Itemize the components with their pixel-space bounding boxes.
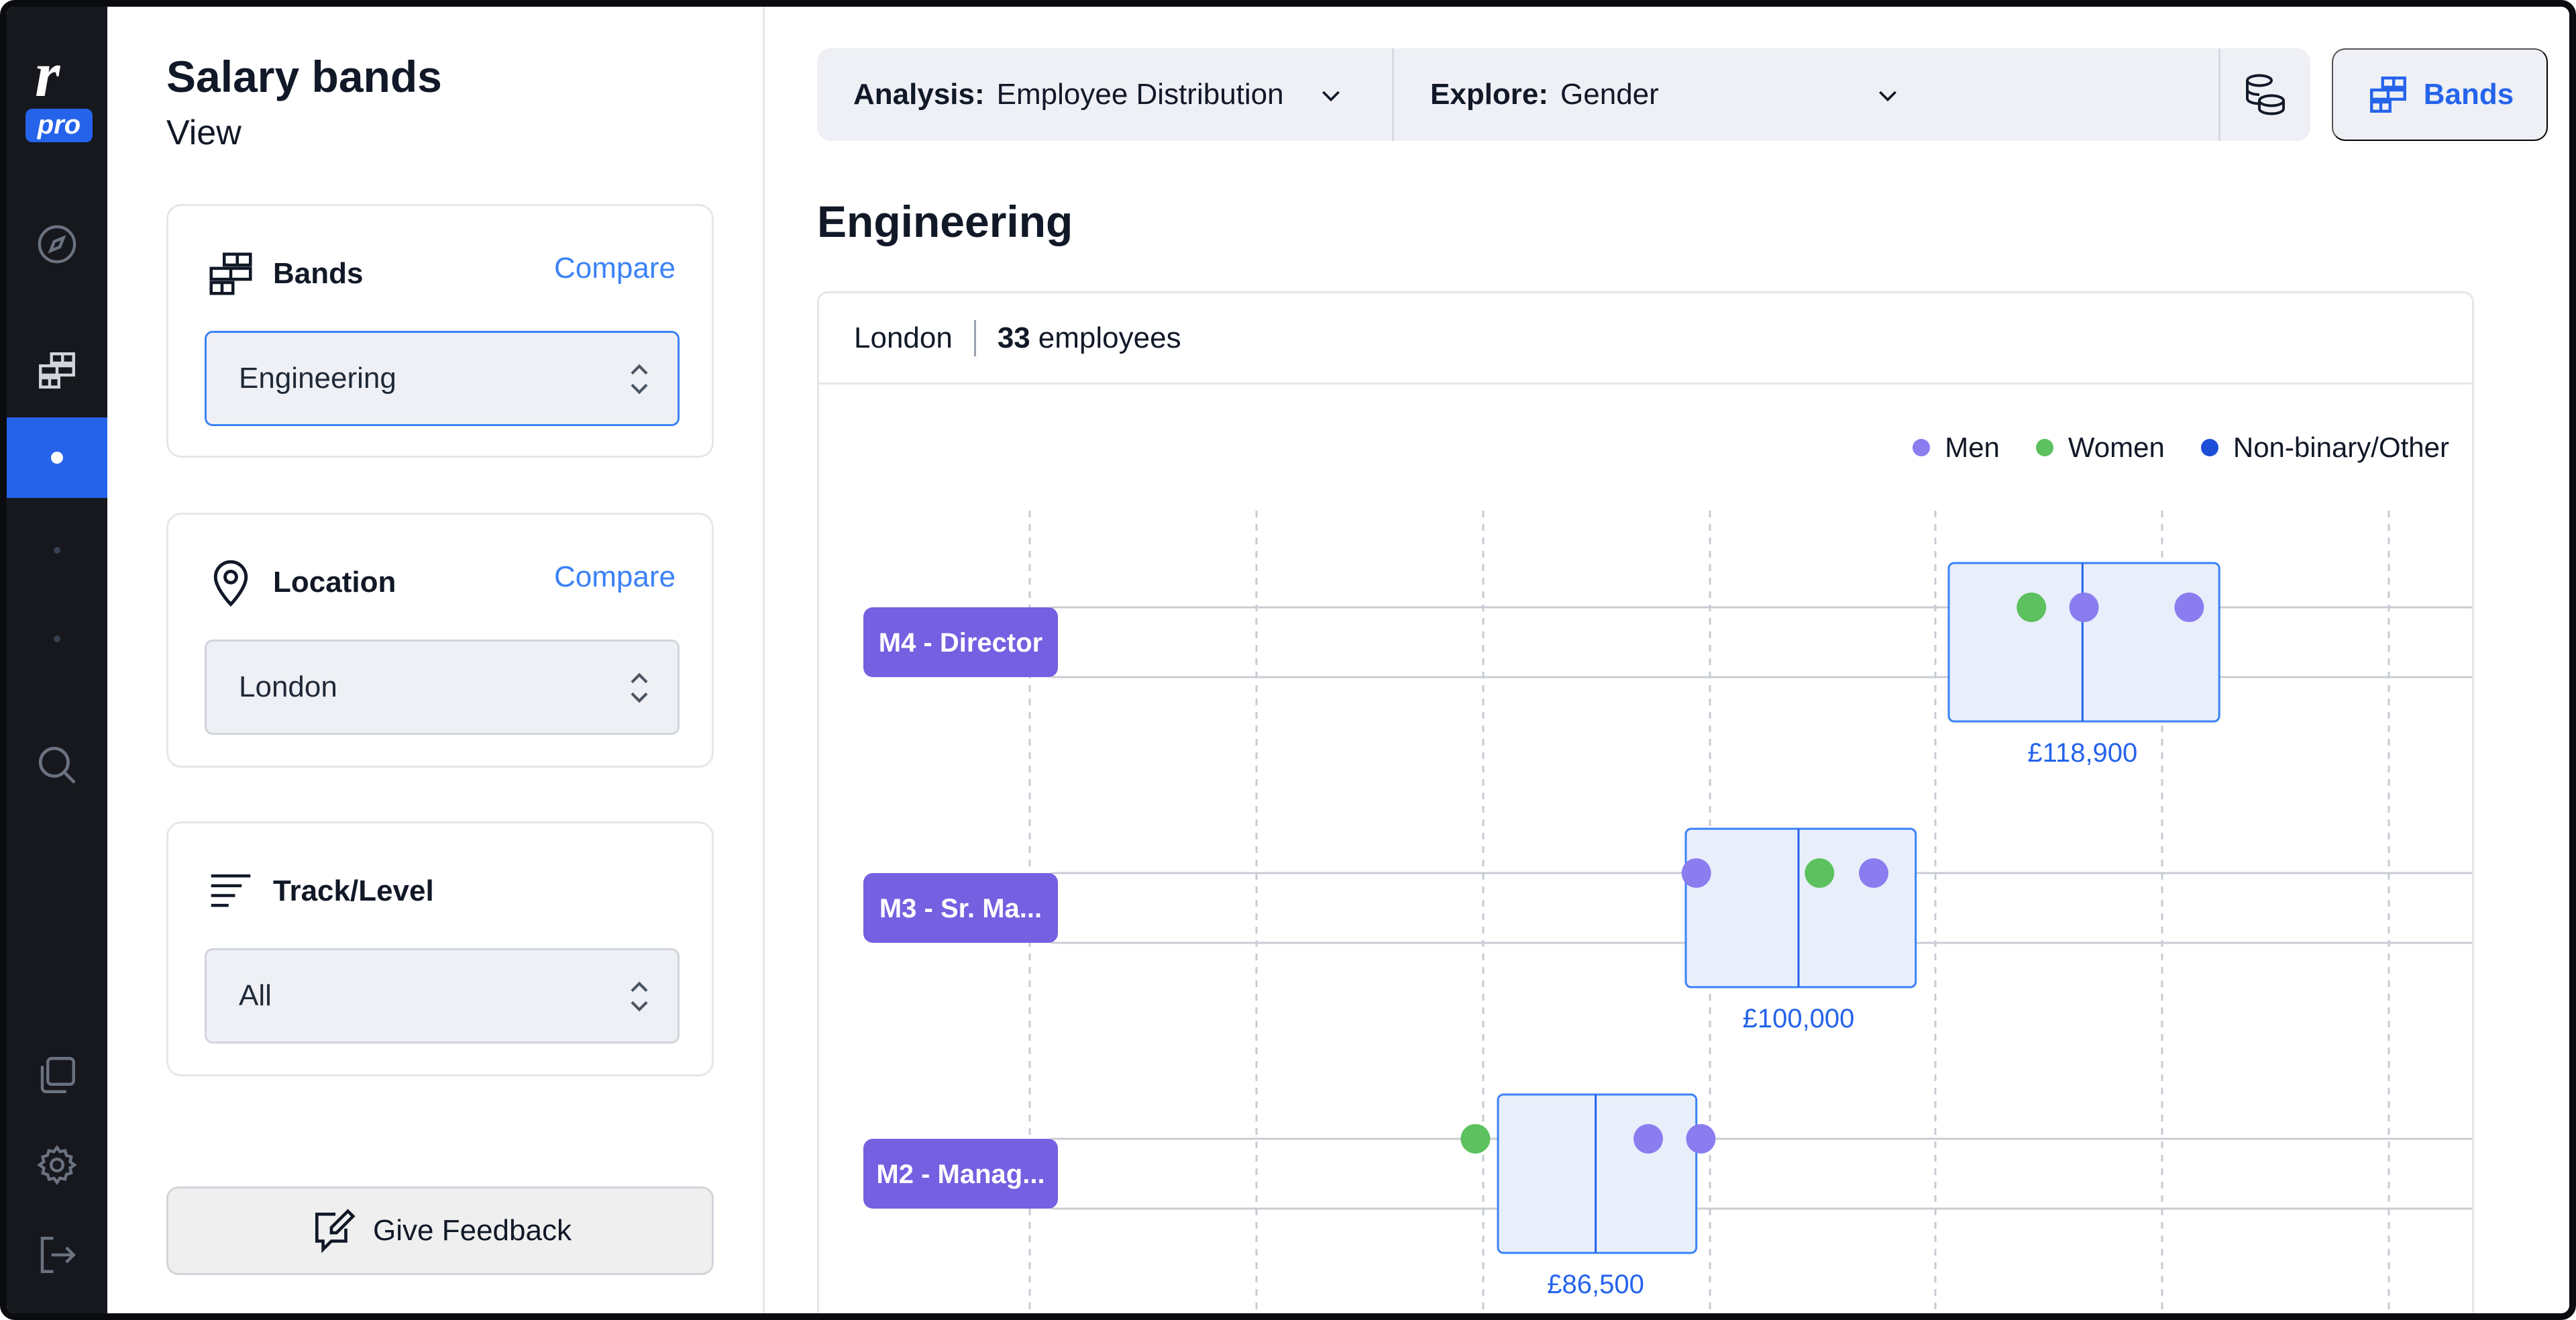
- main-content: Analysis: Employee Distribution Explore:…: [765, 7, 2569, 1313]
- track-card-header: Track/Level: [205, 865, 434, 917]
- chevron-up-down-icon: [631, 672, 648, 703]
- dot-icon: [54, 636, 60, 642]
- track-select-value: All: [239, 979, 272, 1012]
- location-card-header: Location: [205, 556, 396, 609]
- bands-label: Bands: [273, 257, 364, 290]
- dot-icon: [51, 452, 63, 464]
- analysis-toolbar: Analysis: Employee Distribution Explore:…: [817, 48, 2310, 141]
- compass-icon: [38, 225, 76, 264]
- analysis-value: Employee Distribution: [996, 78, 1284, 111]
- analysis-dropdown[interactable]: Analysis: Employee Distribution: [817, 48, 1394, 141]
- panel-title: Salary bands: [166, 52, 442, 101]
- pin-icon: [213, 560, 248, 607]
- bands-button[interactable]: Bands: [2332, 48, 2548, 141]
- logout-icon: [40, 1237, 76, 1273]
- band-box: [1684, 827, 1917, 988]
- bands-select-value: Engineering: [239, 362, 396, 395]
- track-label: Track/Level: [273, 874, 434, 907]
- location-select[interactable]: London: [205, 640, 680, 735]
- band-midpoint-label: £86,500: [1547, 1270, 1644, 1299]
- location-select-value: London: [239, 670, 337, 703]
- employee-point: [1686, 1124, 1716, 1154]
- dot-icon: [54, 547, 60, 554]
- panel-subtitle: View: [166, 113, 241, 152]
- chevron-up-down-icon: [631, 364, 648, 395]
- rail-item-settings[interactable]: [7, 1125, 107, 1205]
- edit-icon: [315, 1209, 356, 1254]
- chevron-down-icon: [1879, 91, 1896, 102]
- track-card: Track/Level All: [166, 821, 714, 1076]
- rail-item-explore[interactable]: [7, 204, 107, 285]
- give-feedback-button[interactable]: Give Feedback: [166, 1186, 714, 1275]
- employee-point: [2174, 593, 2204, 622]
- employee-point: [2017, 593, 2047, 622]
- employee-point: [1460, 1124, 1491, 1154]
- salary-band-plot: M4 - Director £118,900 M3 - Sr. Ma... £100,…: [863, 511, 2472, 1313]
- rail-item-copy[interactable]: [7, 1035, 107, 1115]
- analysis-label: Analysis:: [853, 78, 985, 111]
- bands-compare-link[interactable]: Compare: [554, 252, 676, 285]
- explore-value: Gender: [1560, 78, 1659, 111]
- explore-dropdown[interactable]: Explore: Gender: [1394, 48, 2220, 141]
- employee-point: [1805, 858, 1835, 888]
- band-box: [1497, 1093, 1698, 1254]
- filter-panel: Salary bands View Bands Compare Engineer…: [107, 7, 765, 1313]
- location-card: Location Compare London: [166, 513, 714, 768]
- employee-point: [1859, 858, 1888, 888]
- rail-item-sub-2[interactable]: [7, 599, 107, 679]
- track-select[interactable]: All: [205, 948, 680, 1044]
- logo-mark: r: [35, 38, 60, 110]
- distribution-chart-card: London 33 employees Men Women Non-binary…: [817, 291, 2474, 1313]
- bands-button-label: Bands: [2423, 78, 2514, 111]
- bands-card-header: Bands: [205, 248, 363, 300]
- level-label: M3 - Sr. Ma...: [879, 894, 1042, 923]
- section-title: Engineering: [817, 197, 1073, 246]
- give-feedback-label: Give Feedback: [373, 1214, 572, 1247]
- rail-item-current[interactable]: [7, 417, 107, 498]
- data-source-button[interactable]: [2220, 48, 2310, 141]
- logo-badge: pro: [25, 109, 93, 142]
- gear-icon: [37, 1145, 77, 1186]
- bands-icon: [2369, 77, 2406, 113]
- band-midpoint-label: £118,900: [2027, 738, 2137, 768]
- explore-label: Explore:: [1430, 78, 1549, 111]
- rail-item-logout[interactable]: [7, 1215, 107, 1295]
- search-icon: [38, 746, 76, 784]
- location-label: Location: [273, 566, 396, 599]
- app-window: r pro Salary bands View Bands Compare En…: [0, 0, 2576, 1320]
- location-compare-link[interactable]: Compare: [554, 560, 676, 594]
- coins-icon: [2246, 74, 2285, 115]
- level-label: M4 - Director: [879, 628, 1043, 658]
- chevron-down-icon: [1322, 91, 1340, 102]
- copy-icon: [40, 1057, 75, 1093]
- employee-point: [2069, 593, 2099, 622]
- employee-point: [1681, 858, 1711, 888]
- bands-icon: [209, 252, 252, 295]
- bands-card: Bands Compare Engineering: [166, 204, 714, 458]
- rail-item-bands[interactable]: [7, 330, 107, 411]
- rail-item-search[interactable]: [7, 725, 107, 805]
- lines-icon: [211, 874, 251, 907]
- band-midpoint-label: £100,000: [1743, 1004, 1855, 1033]
- bands-select[interactable]: Engineering: [205, 331, 680, 426]
- employee-point: [1633, 1124, 1663, 1154]
- icon-rail: r pro: [7, 7, 107, 1313]
- rail-item-sub-1[interactable]: [7, 510, 107, 591]
- level-label: M2 - Manag...: [876, 1160, 1044, 1189]
- band-box: [1947, 562, 2220, 723]
- chevron-up-down-icon: [631, 981, 648, 1012]
- bands-icon: [39, 352, 75, 389]
- app-logo[interactable]: r pro: [20, 38, 94, 145]
